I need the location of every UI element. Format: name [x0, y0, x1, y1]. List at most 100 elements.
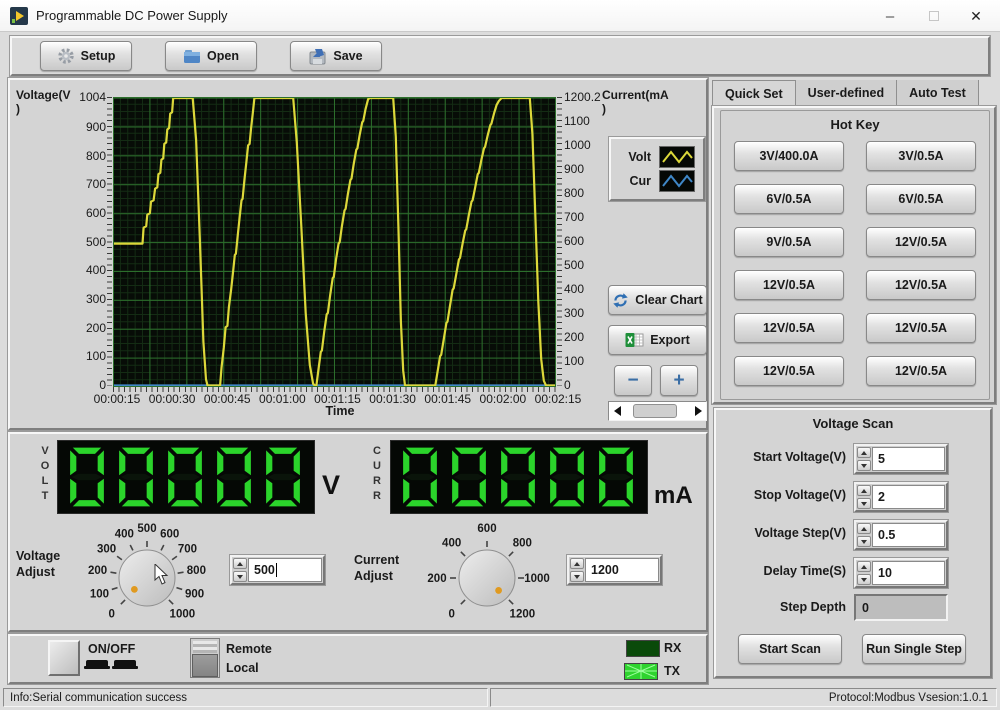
- meter-letter: C: [370, 444, 384, 459]
- hotkey-button[interactable]: 12V/0.5A: [866, 313, 976, 343]
- hotkey-button[interactable]: 9V/0.5A: [734, 227, 844, 257]
- spinner[interactable]: [857, 561, 871, 585]
- scroll-left-arrow[interactable]: [609, 402, 625, 420]
- hotkey-button[interactable]: 12V/0.5A: [734, 270, 844, 300]
- spin-down-button[interactable]: [857, 536, 871, 547]
- current-input[interactable]: 1200: [567, 555, 662, 585]
- start-scan-button[interactable]: Start Scan: [738, 634, 842, 664]
- spin-up-button[interactable]: [570, 558, 584, 569]
- switch-handle[interactable]: [192, 654, 218, 677]
- spin-down-button[interactable]: [857, 498, 871, 509]
- maximize-icon: [929, 11, 939, 21]
- quick-set-tab-content: Hot Key 3V/400.0A3V/0.5A6V/0.5A6V/0.5A9V…: [712, 106, 996, 404]
- plot-scrollbar[interactable]: [608, 401, 707, 421]
- on-off-button[interactable]: [48, 640, 80, 676]
- tab-quick-set[interactable]: Quick Set: [712, 80, 796, 106]
- spinner[interactable]: [857, 523, 871, 547]
- hotkey-button[interactable]: 12V/0.5A: [866, 270, 976, 300]
- zoom-in-button[interactable]: +: [660, 365, 698, 396]
- scan-row: Delay Time(S) 10: [716, 558, 990, 586]
- current-adjust-knob[interactable]: 020040060080010001200: [402, 512, 572, 638]
- remote-local-switch[interactable]: [190, 638, 220, 678]
- legend-item-cur[interactable]: Cur: [619, 170, 695, 192]
- spin-down-button[interactable]: [857, 460, 871, 471]
- svg-text:1200: 1200: [510, 608, 536, 620]
- current-input-field[interactable]: 1200: [585, 558, 659, 582]
- meter-letter: T: [38, 489, 52, 504]
- voltage-spinner[interactable]: [233, 558, 247, 582]
- hotkey-button[interactable]: 12V/0.5A: [734, 356, 844, 386]
- toolbar: Setup Open Save: [10, 36, 990, 76]
- zoom-out-button[interactable]: −: [614, 365, 652, 396]
- minimize-button[interactable]: –: [868, 0, 912, 32]
- spin-up-button[interactable]: [857, 523, 871, 534]
- scan-field-input[interactable]: 0.5: [854, 520, 948, 550]
- voltage-input[interactable]: 500: [230, 555, 325, 585]
- current-spinner[interactable]: [570, 558, 584, 582]
- close-button[interactable]: ✕: [954, 0, 998, 32]
- spin-up-button[interactable]: [857, 447, 871, 458]
- save-button[interactable]: Save: [290, 41, 382, 71]
- hotkey-button[interactable]: 3V/400.0A: [734, 141, 844, 171]
- hotkey-button[interactable]: 12V/0.5A: [866, 227, 976, 257]
- plot-legend[interactable]: VoltCur: [609, 137, 705, 201]
- open-button[interactable]: Open: [165, 41, 257, 71]
- spin-down-button[interactable]: [570, 571, 584, 582]
- scan-value-field[interactable]: 0.5: [872, 523, 945, 547]
- triangle-down-icon: [574, 575, 580, 579]
- hotkey-button[interactable]: 12V/0.5A: [866, 356, 976, 386]
- scan-value-field[interactable]: 2: [872, 485, 945, 509]
- maximize-button[interactable]: [912, 0, 956, 32]
- run-single-step-button[interactable]: Run Single Step: [862, 634, 966, 664]
- seven-seg-digit: [595, 445, 637, 509]
- clear-chart-button[interactable]: Clear Chart: [608, 285, 707, 315]
- spin-up-button[interactable]: [857, 485, 871, 496]
- scan-row: Stop Voltage(V) 2: [716, 482, 990, 510]
- y-left-tick: 1004: [50, 90, 106, 104]
- voltage-adjust-knob[interactable]: 01002003004005006007008009001000: [62, 512, 232, 638]
- excel-table-icon: [625, 332, 644, 348]
- hot-key-group: Hot Key 3V/400.0A3V/0.5A6V/0.5A6V/0.5A9V…: [720, 110, 990, 400]
- mouse-cursor: [154, 564, 170, 586]
- tab-auto-test[interactable]: Auto Test: [897, 80, 979, 106]
- current-adjust-label: CurrentAdjust: [354, 552, 399, 584]
- scan-field-input[interactable]: 5: [854, 444, 948, 474]
- setup-button[interactable]: Setup: [40, 41, 132, 71]
- curr-meter-label: CURR: [370, 444, 384, 504]
- hotkey-button[interactable]: 6V/0.5A: [734, 184, 844, 214]
- spin-up-button[interactable]: [233, 558, 247, 569]
- seven-seg-digit: [213, 445, 255, 509]
- volt-meter-label: VOLT: [38, 444, 52, 504]
- tab-user-defined[interactable]: User-defined: [796, 80, 897, 106]
- svg-text:500: 500: [137, 523, 156, 535]
- scan-field-input[interactable]: 2: [854, 482, 948, 512]
- hotkey-button[interactable]: 3V/0.5A: [866, 141, 976, 171]
- export-button[interactable]: Export: [608, 325, 707, 355]
- triangle-down-icon: [861, 502, 867, 506]
- y-right-tick: 700: [564, 210, 614, 224]
- y-left-tick: 300: [50, 292, 106, 306]
- spin-down-button[interactable]: [857, 574, 871, 585]
- scan-field-label: Voltage Step(V): [712, 526, 846, 540]
- voltage-input-field[interactable]: 500: [248, 558, 322, 582]
- scan-field-input[interactable]: 10: [854, 558, 948, 588]
- scroll-right-arrow[interactable]: [690, 402, 706, 420]
- chart-panel: Voltage(V) Current(mA) 10049008007006005…: [8, 78, 708, 430]
- hotkey-button[interactable]: 12V/0.5A: [734, 313, 844, 343]
- scan-value-field[interactable]: 5: [872, 447, 945, 471]
- scan-value-field[interactable]: 10: [872, 561, 945, 585]
- legend-item-volt[interactable]: Volt: [619, 146, 695, 168]
- triangle-up-icon: [861, 451, 867, 455]
- scrollbar-thumb[interactable]: [633, 404, 677, 418]
- text-caret: [276, 563, 277, 577]
- meter-letter: R: [370, 489, 384, 504]
- window-title: Programmable DC Power Supply: [36, 0, 227, 32]
- spin-down-button[interactable]: [233, 571, 247, 582]
- spinner[interactable]: [857, 447, 871, 471]
- spin-up-button[interactable]: [857, 561, 871, 572]
- legend-swatch[interactable]: [659, 170, 695, 192]
- hotkey-button[interactable]: 6V/0.5A: [866, 184, 976, 214]
- left-triangle-icon: [614, 406, 621, 416]
- legend-swatch[interactable]: [659, 146, 695, 168]
- spinner[interactable]: [857, 485, 871, 509]
